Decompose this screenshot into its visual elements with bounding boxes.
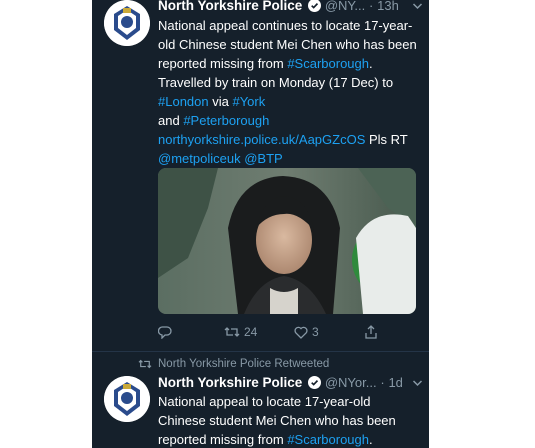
retweet-icon xyxy=(138,359,152,369)
action-bar: 24 3 xyxy=(158,322,418,342)
hashtag-link[interactable]: #Scarborough xyxy=(287,56,369,71)
reply-icon xyxy=(158,326,172,339)
hashtag-link[interactable]: #Peterborough xyxy=(183,113,269,128)
reply-button[interactable] xyxy=(158,322,172,342)
police-crest-icon[interactable] xyxy=(104,376,150,422)
like-count: 3 xyxy=(312,325,319,339)
author-handle[interactable]: @NY... xyxy=(325,0,365,13)
author-name[interactable]: North Yorkshire Police xyxy=(158,0,302,13)
verified-badge-icon xyxy=(308,0,322,12)
retweet-context: North Yorkshire Police Retweeted xyxy=(138,356,329,372)
share-icon xyxy=(365,325,377,339)
heart-icon xyxy=(294,326,308,339)
tweet-photo[interactable] xyxy=(158,168,416,314)
like-button[interactable]: 3 xyxy=(294,322,319,342)
tweet-text: National appeal continues to locate 17-y… xyxy=(158,16,418,168)
retweet-button[interactable]: 24 xyxy=(224,322,257,342)
url-link[interactable]: northyorkshire.police.uk/AapGZcOS xyxy=(158,132,365,147)
retweet-context-label[interactable]: North Yorkshire Police Retweeted xyxy=(158,356,329,372)
timestamp[interactable]: 1d xyxy=(388,375,402,390)
text-segment: Pls RT xyxy=(365,132,408,147)
hashtag-link[interactable]: #York xyxy=(232,94,265,109)
retweet-count: 24 xyxy=(244,325,258,339)
mention-link[interactable]: @BTP xyxy=(244,151,282,166)
tweet-text: National appeal to locate 17-year-old Ch… xyxy=(158,392,418,448)
mention-link[interactable]: @metpoliceuk xyxy=(158,151,241,166)
author-handle[interactable]: @NYor... xyxy=(325,375,377,390)
hashtag-link[interactable]: #London xyxy=(158,94,209,109)
share-button[interactable] xyxy=(364,322,378,342)
author-name[interactable]: North Yorkshire Police xyxy=(158,375,302,390)
tweet[interactable]: North Yorkshire Police @NY... · 13h Nati… xyxy=(92,0,429,352)
text-segment: via xyxy=(208,94,233,109)
timeline: North Yorkshire Police @NY... · 13h Nati… xyxy=(92,0,429,448)
tweet-header: North Yorkshire Police @NYor... · 1d xyxy=(158,374,423,392)
separator: · xyxy=(369,0,374,13)
tweet[interactable]: North Yorkshire Police Retweeted North Y… xyxy=(92,352,429,448)
timestamp[interactable]: 13h xyxy=(377,0,399,13)
police-crest-icon[interactable] xyxy=(104,0,150,46)
verified-badge-icon xyxy=(308,376,322,389)
text-segment: . xyxy=(369,432,373,447)
separator: · xyxy=(380,375,385,390)
retweet-icon xyxy=(224,327,240,337)
text-segment: and xyxy=(158,113,184,128)
hashtag-link[interactable]: #Scarborough xyxy=(287,432,369,447)
tweet-header: North Yorkshire Police @NY... · 13h xyxy=(158,0,423,15)
